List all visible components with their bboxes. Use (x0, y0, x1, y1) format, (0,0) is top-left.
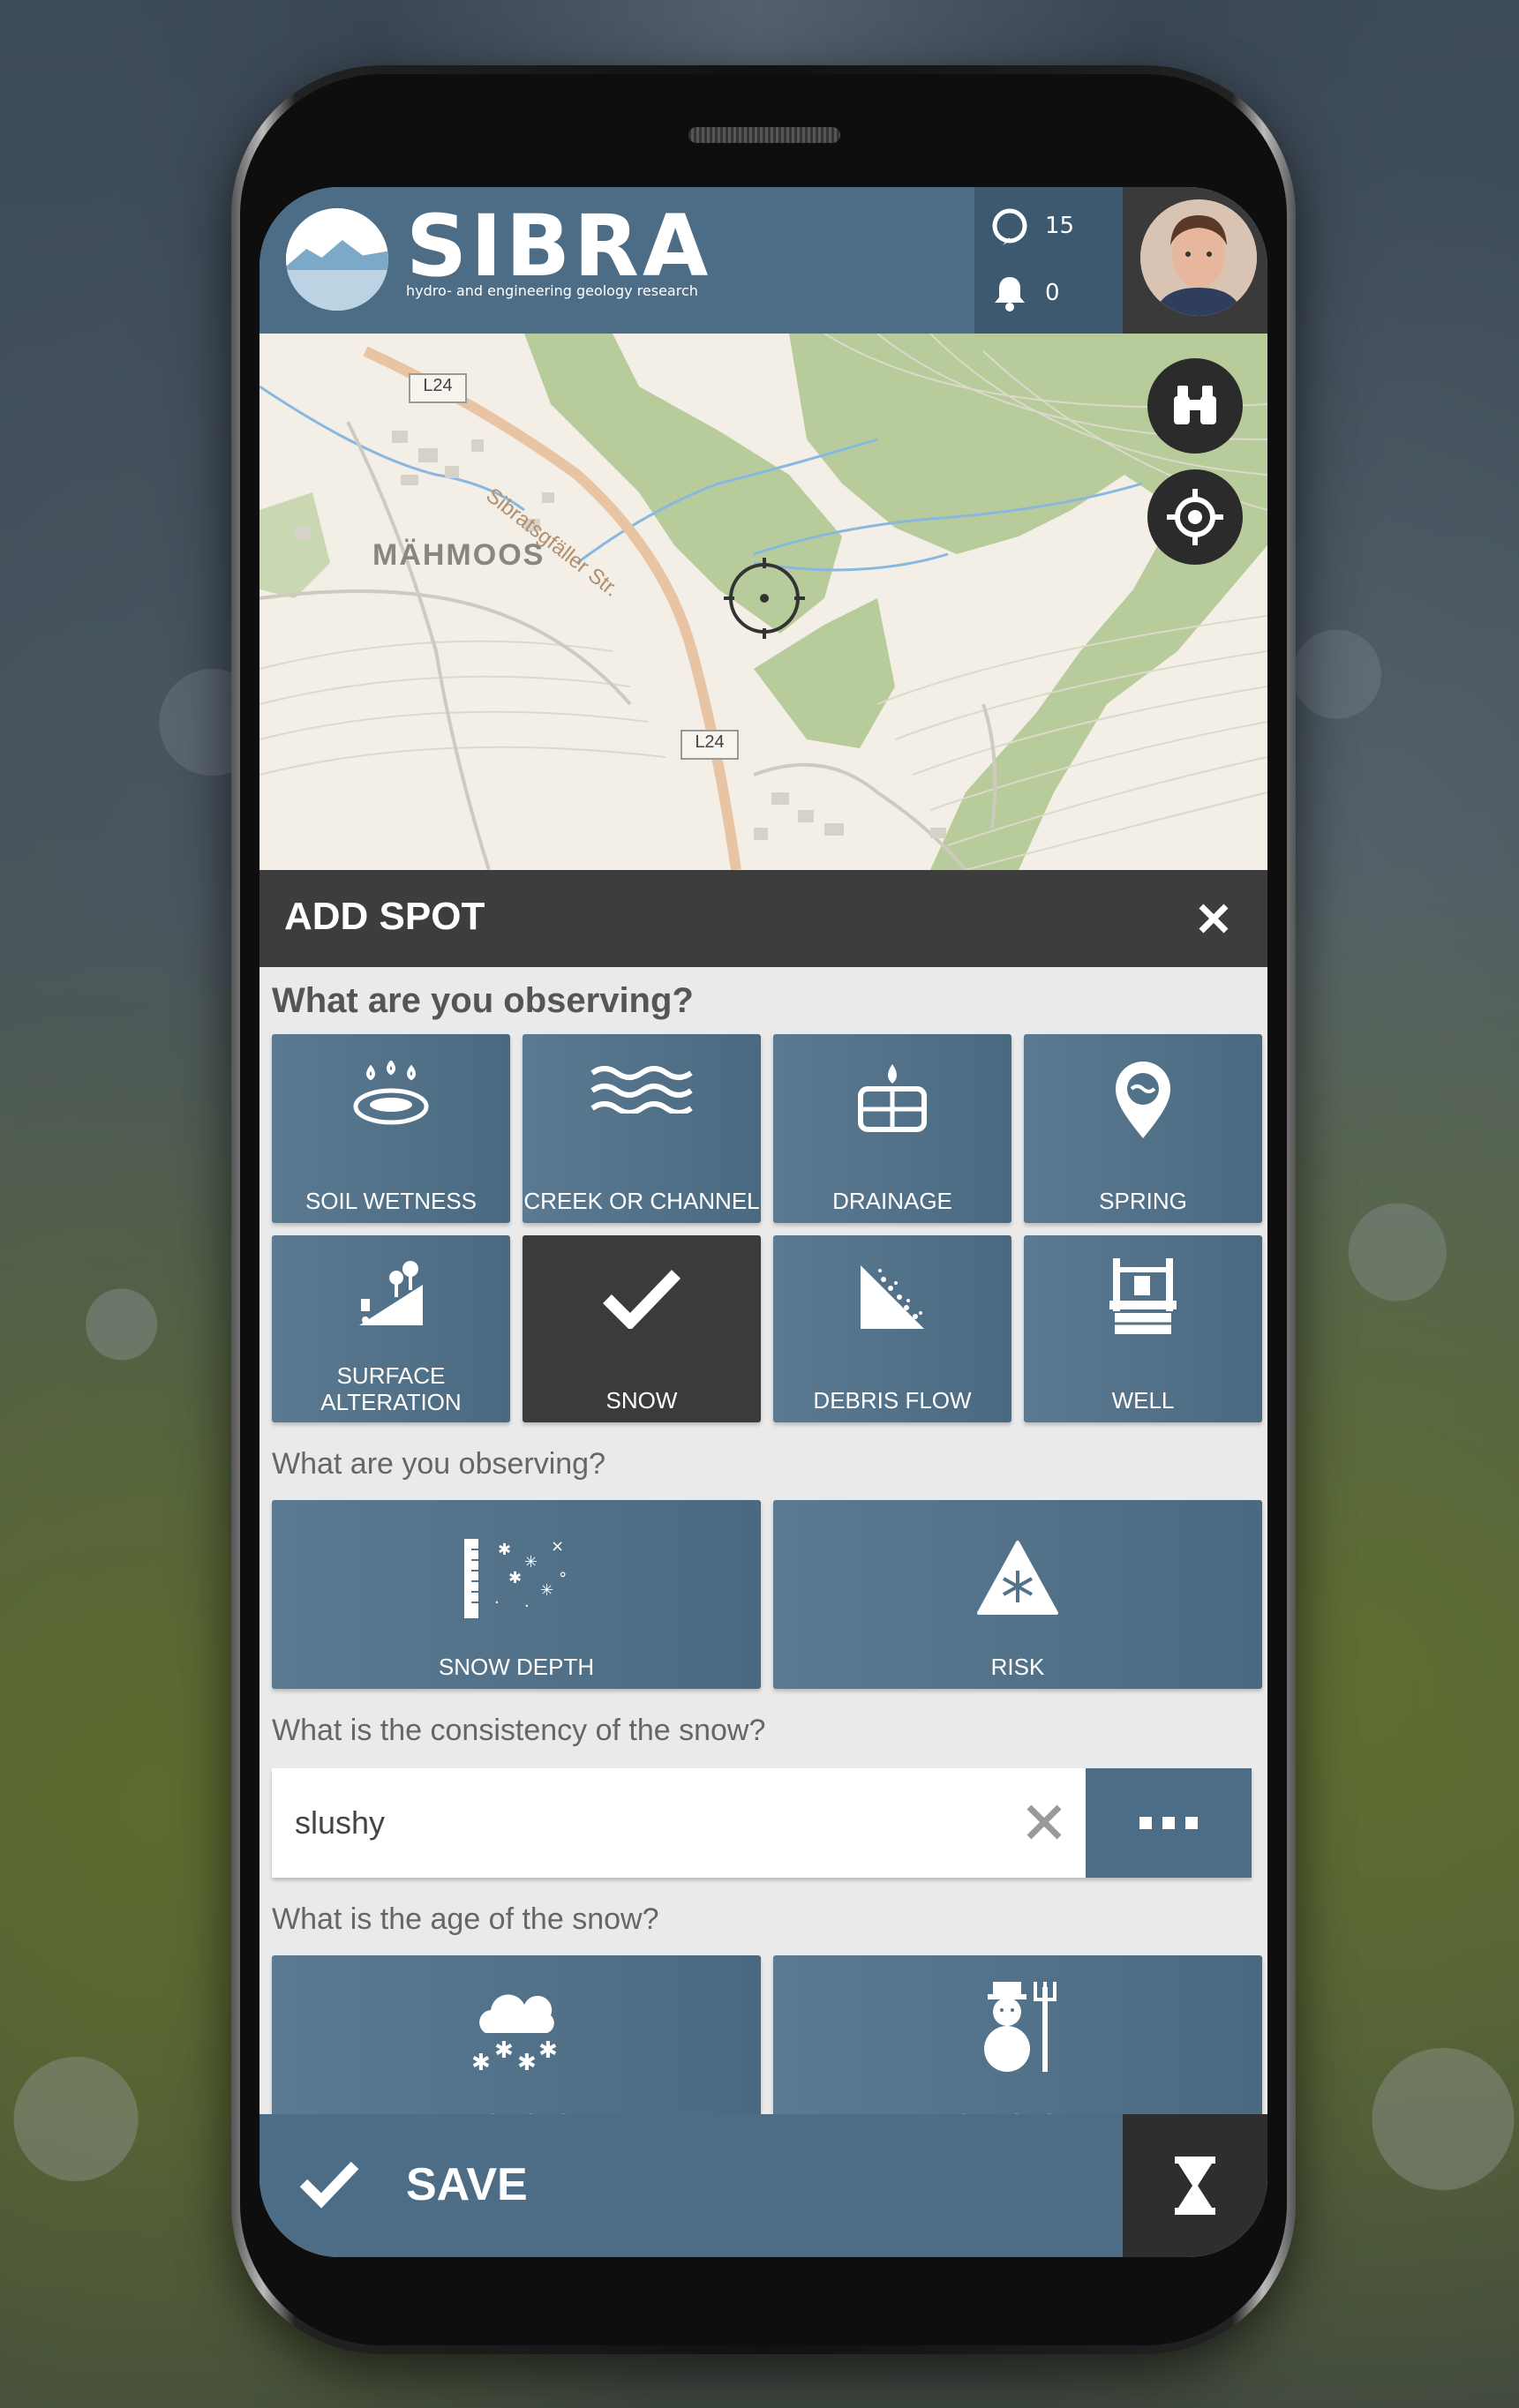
app-screen: SIBRA hydro- and engineering geology res… (259, 187, 1267, 2257)
road-badge-north: L24 (423, 376, 453, 395)
more-options-button[interactable] (1086, 1768, 1252, 1878)
category-label: SNOW (605, 1387, 678, 1414)
consistency-input[interactable] (295, 1795, 983, 1851)
svg-text:·: · (494, 1594, 500, 1612)
drainage-icon (773, 1061, 1011, 1135)
waves-icon (523, 1061, 761, 1114)
ellipsis-dot (1162, 1817, 1175, 1829)
ellipsis-dot (1185, 1817, 1198, 1829)
svg-text:✱: ✱ (494, 2037, 514, 2064)
checkmark-icon (523, 1267, 761, 1329)
option-label: RISK (990, 1654, 1045, 1680)
map-place-label: MÄHMOOS (372, 538, 545, 572)
clear-button[interactable] (1013, 1791, 1075, 1853)
close-button[interactable] (1192, 896, 1236, 941)
svg-text:∘: ∘ (558, 1565, 568, 1584)
crosshair-icon (1167, 489, 1223, 545)
consistency-field (272, 1768, 1252, 1878)
question-snow-observing: What are you observing? (272, 1447, 605, 1481)
soil-wetness-icon (272, 1061, 510, 1131)
category-surface-alteration[interactable]: SURFACE ALTERATION (272, 1235, 510, 1422)
debris-flow-icon (773, 1262, 1011, 1332)
add-spot-title: ADD SPOT (284, 895, 485, 938)
question-observing: What are you observing? (272, 981, 694, 1020)
binoculars-button[interactable] (1147, 358, 1243, 454)
checkmark-icon (299, 2161, 359, 2209)
locate-me-button[interactable] (1147, 469, 1243, 565)
road-badge-south: L24 (695, 732, 725, 752)
category-label: DRAINAGE (832, 1188, 952, 1214)
bell-icon (974, 274, 1045, 312)
svg-text:✱: ✱ (538, 2037, 558, 2064)
save-later-button[interactable] (1123, 2114, 1267, 2257)
spots-count: 15 (1045, 213, 1075, 239)
app-header: SIBRA hydro- and engineering geology res… (259, 187, 1267, 334)
ellipsis-icon (1139, 1817, 1152, 1829)
svg-text:×: × (551, 1537, 564, 1556)
avalanche-risk-icon (773, 1539, 1262, 1617)
category-spring[interactable]: SPRING (1024, 1034, 1262, 1223)
fresh-snow-icon: ✱ ✱ ✱ ✱ (272, 1994, 761, 2082)
save-button[interactable]: SAVE (259, 2114, 1123, 2257)
clear-icon (1026, 1804, 1062, 1840)
add-spot-header: ADD SPOT (259, 870, 1267, 967)
svg-text:✳: ✳ (524, 1553, 538, 1572)
category-label: WELL (1111, 1387, 1175, 1414)
option-label: SNOW DEPTH (438, 1654, 595, 1680)
category-debris-flow[interactable]: DEBRIS FLOW (773, 1235, 1011, 1422)
notifications-count: 0 (1045, 280, 1060, 306)
category-snow[interactable]: SNOW (523, 1235, 761, 1422)
brand-title: SIBRA (406, 197, 712, 296)
avatar (1140, 199, 1257, 316)
old-snow-icon (773, 1978, 1262, 2075)
svg-text:✳: ✳ (540, 1581, 553, 1600)
category-well[interactable]: WELL (1024, 1235, 1262, 1422)
spring-pin-icon (1024, 1061, 1262, 1140)
phone-speaker (688, 127, 840, 143)
map-view[interactable]: L24 L24 MÄHMOOS Sibratsgfäller Str. (259, 334, 1267, 870)
svg-text:✱: ✱ (471, 2050, 491, 2076)
spot-ring-icon (974, 206, 1045, 245)
well-icon (1024, 1257, 1262, 1336)
hourglass-icon (1175, 2157, 1215, 2215)
binoculars-icon (1174, 386, 1216, 424)
option-risk[interactable]: RISK (773, 1500, 1262, 1689)
option-snow-depth[interactable]: ✱ ✳ × ✱ ✳ · ∘ · SNOW DEPTH (272, 1500, 761, 1689)
brand-tagline: hydro- and engineering geology research (406, 282, 698, 299)
category-label: SURFACE ALTERATION (320, 1362, 462, 1415)
category-label: SPRING (1099, 1188, 1187, 1214)
save-label: SAVE (406, 2159, 528, 2210)
profile-button[interactable] (1123, 187, 1267, 334)
notifications-stat[interactable]: 0 (974, 266, 1123, 319)
svg-text:✱: ✱ (508, 1569, 522, 1587)
sibra-logo-icon (286, 208, 388, 311)
surface-alteration-icon (272, 1258, 510, 1329)
question-consistency: What is the consistency of the snow? (272, 1714, 766, 1747)
stats-panel: 15 0 (974, 187, 1123, 334)
category-label: DEBRIS FLOW (813, 1387, 972, 1414)
category-soil-wetness[interactable]: SOIL WETNESS (272, 1034, 510, 1223)
svg-text:✱: ✱ (498, 1541, 511, 1559)
category-creek-or-channel[interactable]: CREEK OR CHANNEL (523, 1034, 761, 1223)
close-icon (1199, 904, 1229, 934)
spots-stat[interactable]: 15 (974, 199, 1123, 252)
category-label: SOIL WETNESS (305, 1188, 478, 1214)
category-drainage[interactable]: DRAINAGE (773, 1034, 1011, 1223)
snow-depth-icon: ✱ ✳ × ✱ ✳ · ∘ · (272, 1534, 761, 1622)
svg-text:✱: ✱ (517, 2050, 537, 2076)
question-age: What is the age of the snow? (272, 1902, 659, 1936)
svg-text:·: · (524, 1597, 530, 1616)
category-label: CREEK OR CHANNEL (523, 1188, 760, 1214)
save-bar: SAVE (259, 2114, 1267, 2257)
